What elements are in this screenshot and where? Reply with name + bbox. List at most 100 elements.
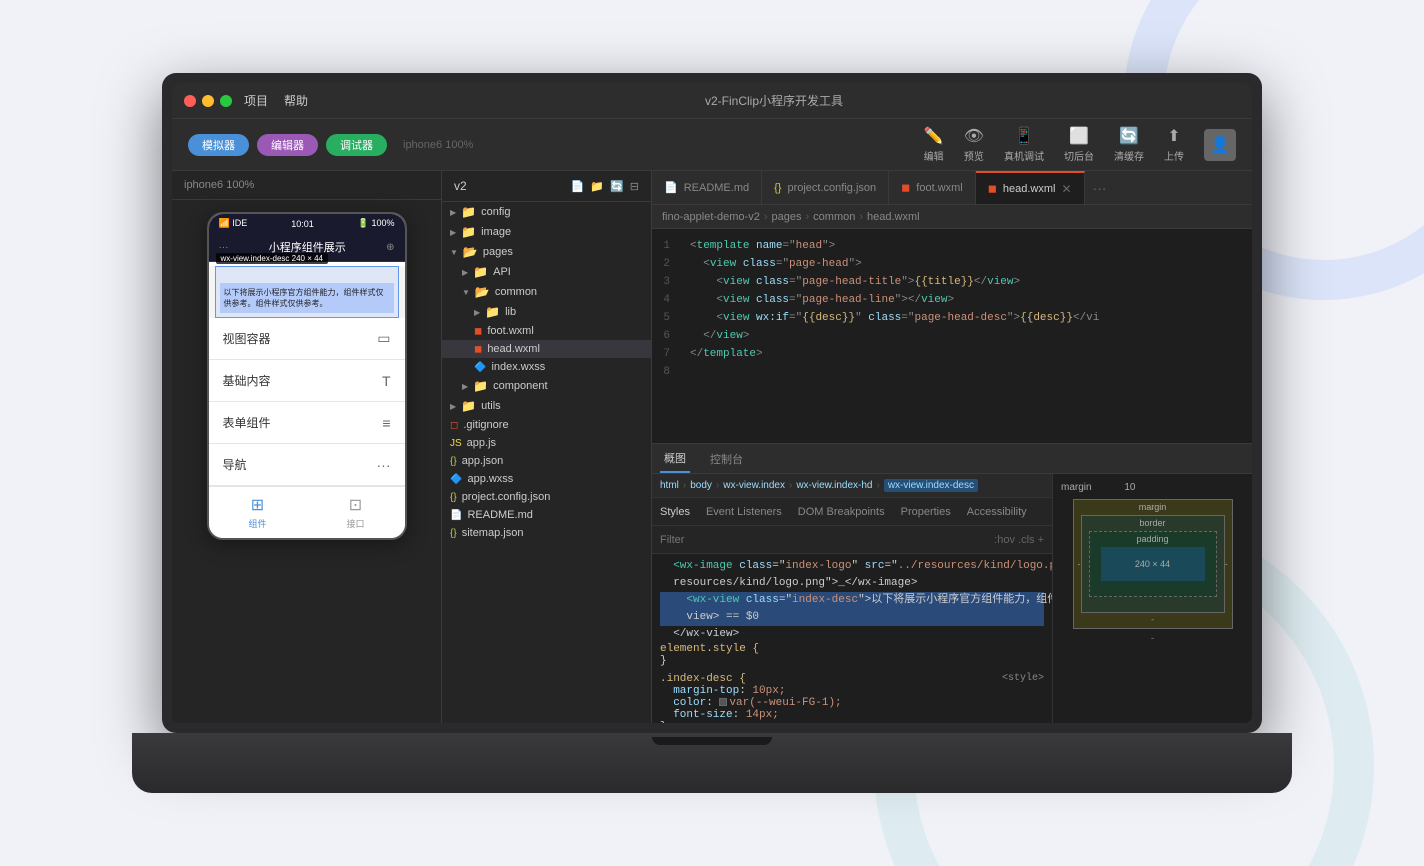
phone-menu-basiccontent[interactable]: 基础内容 T — [209, 360, 405, 402]
style-prop-fontsize: font-size — [673, 709, 732, 721]
tree-item-pages[interactable]: ▼ 📂 pages — [442, 242, 651, 262]
filetree-action-collapse[interactable]: ⊟ — [630, 180, 639, 193]
tree-item-app-wxss[interactable]: 🔷 app.wxss — [442, 470, 651, 488]
tree-item-index-wxss[interactable]: 🔷 index.wxss — [442, 358, 651, 376]
folder-icon-lib: 📁 — [485, 305, 500, 319]
tab-head-close[interactable]: ✕ — [1061, 182, 1071, 196]
tree-item-sitemap[interactable]: {} sitemap.json — [442, 524, 651, 542]
bm-margin-top: - — [1151, 504, 1154, 513]
toolbar-preview[interactable]: 👁 预览 — [964, 126, 984, 163]
devtab-console[interactable]: 控制台 — [706, 444, 747, 473]
toolbar-realdevice[interactable]: 📱 真机调试 — [1004, 126, 1044, 163]
toolbar-upload[interactable]: ⬆ 上传 — [1164, 126, 1184, 163]
tree-item-head-wxml[interactable]: ◼ head.wxml — [442, 340, 651, 358]
maximize-button[interactable] — [220, 95, 232, 107]
styles-tab-styles[interactable]: Styles — [660, 506, 690, 518]
breadcrumb-sep-2: › — [806, 211, 810, 223]
clearcache-label: 清缓存 — [1114, 148, 1144, 163]
tab-foot-icon: ◼ — [901, 181, 910, 194]
filetree-action-new-folder[interactable]: 📁 — [590, 180, 604, 193]
dom-crumb-body[interactable]: body — [690, 480, 712, 491]
tree-item-lib[interactable]: ▶ 📁 lib — [442, 302, 651, 322]
edit-label: 编辑 — [924, 148, 944, 163]
upload-icon: ⬆ — [1167, 126, 1180, 146]
phone-menu-nav[interactable]: 导航 ··· — [209, 444, 405, 486]
tree-item-common[interactable]: ▼ 📂 common — [442, 282, 651, 302]
devtools-dom-code[interactable]: <wx-image class="index-logo" src="../res… — [652, 554, 1052, 637]
laptop-container: 项目 帮助 v2-FinClip小程序开发工具 模拟器 编辑器 调试器 — [162, 73, 1262, 793]
simulator-tab[interactable]: 模拟器 — [188, 134, 249, 156]
dom-crumb-index[interactable]: wx-view.index — [723, 480, 785, 491]
menu-item-project[interactable]: 项目 — [244, 92, 268, 109]
code-content[interactable]: <template name="head"> <view class="page… — [682, 229, 1252, 389]
phone-menu-viewcontainer[interactable]: 视图容器 ▭ — [209, 318, 405, 360]
phone-more: ⊕ — [386, 242, 394, 253]
menu-item-help[interactable]: 帮助 — [284, 92, 308, 109]
tab-readme[interactable]: 📄 README.md — [652, 171, 762, 204]
phone-menu-icon-4: ··· — [377, 457, 391, 473]
tree-item-image[interactable]: ▶ 📁 image — [442, 222, 651, 242]
devtab-overview[interactable]: 概图 — [660, 444, 690, 473]
bm-bottom: - — [1151, 633, 1154, 643]
tree-item-foot-wxml[interactable]: ◼ foot.wxml — [442, 322, 651, 340]
tree-item-api[interactable]: ▶ 📁 API — [442, 262, 651, 282]
phone-menu-label-1: 视图容器 — [223, 330, 271, 347]
tree-item-config[interactable]: ▶ 📁 config — [442, 202, 651, 222]
close-button[interactable] — [184, 95, 196, 107]
debug-tab[interactable]: 调试器 — [326, 134, 387, 156]
tree-arrow-image: ▶ — [450, 228, 456, 237]
dom-crumb-index-desc[interactable]: wx-view.index-desc — [884, 479, 978, 492]
laptop-base — [132, 733, 1292, 793]
tree-item-app-json[interactable]: {} app.json — [442, 452, 651, 470]
laptop-notch — [652, 737, 772, 745]
tree-arrow-pages: ▼ — [450, 248, 458, 257]
styles-tab-eventlisteners[interactable]: Event Listeners — [706, 506, 782, 518]
phone-nav-component[interactable]: ⊞ 组件 — [248, 495, 266, 530]
bm-content: 240 × 44 — [1101, 547, 1205, 581]
style-close-indexdesc: } — [660, 721, 667, 724]
file-icon-foot-wxml: ◼ — [474, 326, 482, 337]
bm-padding-label: padding — [1136, 534, 1168, 544]
dom-line-5: </wx-view> — [660, 626, 1044, 637]
edit-icon: ✏️ — [924, 126, 944, 146]
tab-project-config[interactable]: {} project.config.json — [762, 171, 889, 204]
tree-item-utils[interactable]: ▶ 📁 utils — [442, 396, 651, 416]
tree-label-image: image — [481, 226, 511, 238]
realdevice-icon: 📱 — [1014, 126, 1034, 146]
tab-more-button[interactable]: ··· — [1085, 171, 1115, 204]
devtools-outer-tabs: 概图 控制台 — [652, 444, 1252, 474]
styles-tab-dombreakpoints[interactable]: DOM Breakpoints — [798, 506, 885, 518]
tree-item-component[interactable]: ▶ 📁 component — [442, 376, 651, 396]
minimize-button[interactable] — [202, 95, 214, 107]
dom-crumb-index-hd[interactable]: wx-view.index-hd — [796, 480, 872, 491]
breadcrumb-item-1: fino-applet-demo-v2 — [662, 211, 760, 223]
tab-foot-wxml[interactable]: ◼ foot.wxml — [889, 171, 976, 204]
toolbar-background[interactable]: ⬜ 切后台 — [1064, 126, 1094, 163]
tab-foot-label: foot.wxml — [916, 182, 962, 194]
toolbar-clearcache[interactable]: 🔄 清缓存 — [1114, 126, 1144, 163]
phone-nav-api[interactable]: ⊡ 接口 — [346, 495, 364, 530]
phone-menu-label-3: 表单组件 — [223, 414, 271, 431]
dom-crumb-html[interactable]: html — [660, 480, 679, 491]
styles-tab-accessibility[interactable]: Accessibility — [967, 506, 1027, 518]
tab-head-wxml[interactable]: ◼ head.wxml ✕ — [976, 171, 1085, 204]
editor-tab[interactable]: 编辑器 — [257, 134, 318, 156]
tree-item-project-config[interactable]: {} project.config.json — [442, 488, 651, 506]
tree-item-app-js[interactable]: JS app.js — [442, 434, 651, 452]
tree-item-readme[interactable]: 📄 README.md — [442, 506, 651, 524]
user-avatar[interactable]: 👤 — [1204, 129, 1236, 161]
filetree-action-refresh[interactable]: 🔄 — [610, 180, 624, 193]
styles-filter[interactable]: :hov .cls + — [652, 526, 1052, 554]
phone-menu-formcomponent[interactable]: 表单组件 ≡ — [209, 402, 405, 444]
tree-arrow-utils: ▶ — [450, 402, 456, 411]
styles-tab-properties[interactable]: Properties — [901, 506, 951, 518]
tab-head-icon: ◼ — [988, 182, 997, 195]
filetree-action-new-file[interactable]: 📄 — [571, 180, 585, 193]
toolbar-edit[interactable]: ✏️ 编辑 — [924, 126, 944, 163]
tree-item-gitignore[interactable]: ◻ .gitignore — [442, 416, 651, 434]
tree-label-app-json: app.json — [462, 455, 504, 467]
styles-filter-input[interactable] — [660, 534, 994, 546]
preview-icon: 👁 — [964, 126, 984, 146]
code-editor-area[interactable]: 12345678 <template name="head"> <view cl… — [652, 229, 1252, 443]
folder-icon-image: 📁 — [461, 225, 476, 239]
